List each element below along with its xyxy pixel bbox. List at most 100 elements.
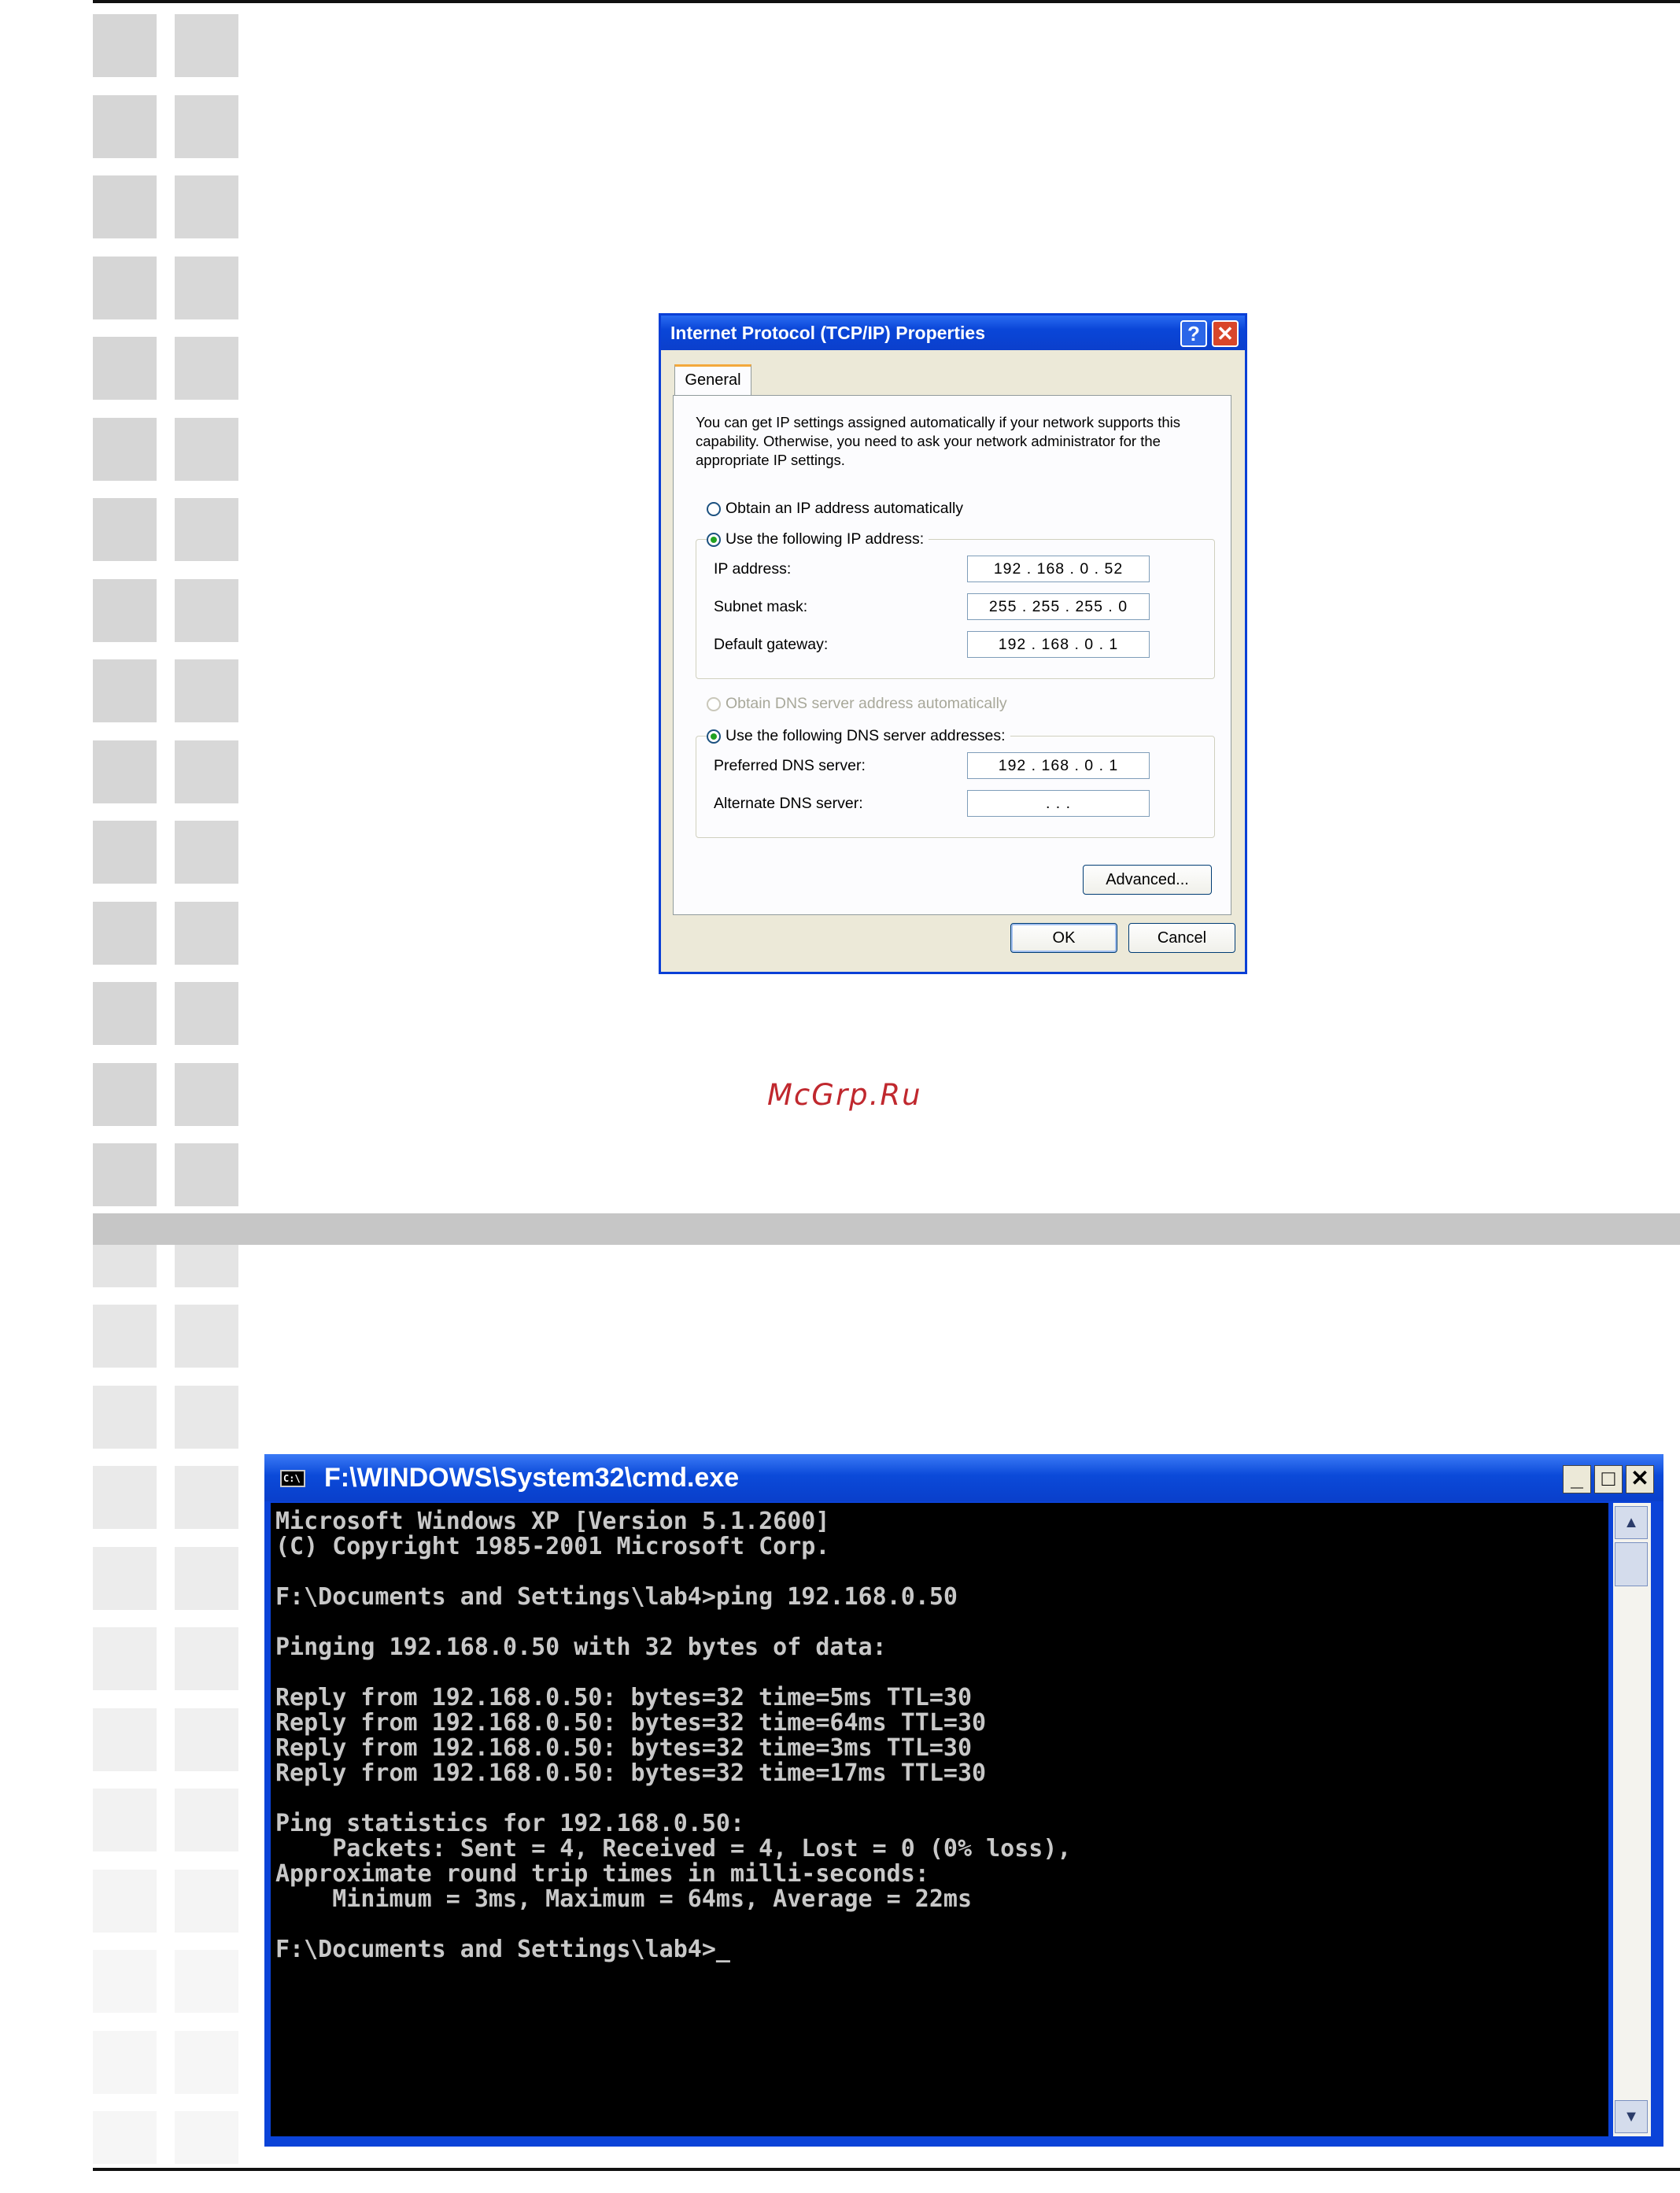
ok-button[interactable]: OK (1010, 923, 1117, 953)
radio-obtain-dns-auto[interactable]: Obtain DNS server address automatically (707, 693, 1007, 714)
ip-address-field[interactable]: 192 . 168 . 0 . 52 (967, 556, 1150, 582)
radio-obtain-ip-auto-label: Obtain an IP address automatically (726, 500, 964, 517)
decorative-tile (175, 175, 238, 238)
minimize-button[interactable]: _ (1563, 1465, 1591, 1493)
radio-selected-icon (707, 729, 721, 744)
decorative-tile (93, 175, 157, 238)
cmd-window: C:\ F:\WINDOWS\System32\cmd.exe _ □ ✕ Mi… (264, 1454, 1663, 2147)
help-button[interactable]: ? (1180, 320, 1207, 347)
radio-disabled-icon (707, 697, 721, 711)
scrollbar-thumb[interactable] (1615, 1542, 1648, 1586)
decorative-tile (175, 578, 238, 642)
decorative-tile (93, 1143, 157, 1206)
radio-use-following-dns[interactable]: Use the following DNS server addresses: (707, 725, 1010, 746)
decorative-tile (93, 1546, 157, 1610)
tcpip-properties-dialog: Internet Protocol (TCP/IP) Properties ? … (659, 313, 1247, 974)
console-line: Reply from 192.168.0.50: bytes=32 time=3… (275, 1734, 973, 1762)
console-line: Ping statistics for 192.168.0.50: (275, 1810, 745, 1837)
ip-address-group: IP address: 192 . 168 . 0 . 52 Subnet ma… (696, 539, 1215, 679)
tab-general[interactable]: General (674, 364, 751, 396)
radio-use-following-ip[interactable]: Use the following IP address: (707, 529, 929, 549)
decorative-tile (93, 659, 157, 722)
decorative-tile (93, 498, 157, 561)
decorative-tile (175, 821, 238, 884)
decorative-tile (175, 1546, 238, 1610)
general-tab-panel: You can get IP settings assigned automat… (673, 395, 1231, 915)
dialog-body: General You can get IP settings assigned… (661, 350, 1245, 972)
radio-use-following-dns-label: Use the following DNS server addresses: (726, 727, 1006, 744)
alternate-dns-label: Alternate DNS server: (714, 795, 863, 812)
decorative-tile (93, 2111, 157, 2164)
close-icon[interactable]: ✕ (1626, 1465, 1654, 1493)
console-line: Packets: Sent = 4, Received = 4, Lost = … (275, 1835, 1072, 1863)
dialog-description: You can get IP settings assigned automat… (696, 414, 1180, 468)
console-line: Microsoft Windows XP [Version 5.1.2600] (275, 1508, 830, 1535)
console-output[interactable]: Microsoft Windows XP [Version 5.1.2600](… (271, 1503, 1608, 2136)
advanced-button[interactable]: Advanced... (1083, 865, 1212, 895)
cancel-button[interactable]: Cancel (1128, 923, 1235, 953)
dialog-title: Internet Protocol (TCP/IP) Properties (670, 323, 985, 343)
watermark-text: McGrp.Ru (767, 1078, 922, 1112)
console-line: (C) Copyright 1985-2001 Microsoft Corp. (275, 1533, 830, 1560)
decorative-tile (175, 659, 238, 722)
radio-unselected-icon (707, 502, 721, 516)
decorative-tile (175, 337, 238, 400)
console-line: Pinging 192.168.0.50 with 32 bytes of da… (275, 1634, 887, 1661)
default-gateway-label: Default gateway: (714, 636, 829, 653)
subnet-mask-field[interactable]: 255 . 255 . 255 . 0 (967, 593, 1150, 620)
decorative-tile (93, 821, 157, 884)
decorative-tile (93, 578, 157, 642)
default-gateway-field[interactable]: 192 . 168 . 0 . 1 (967, 631, 1150, 658)
close-icon[interactable]: ✕ (1212, 320, 1239, 347)
decorative-tile (93, 1627, 157, 1690)
decorative-tile (175, 1466, 238, 1529)
decorative-tile (175, 2030, 238, 2094)
preferred-dns-field[interactable]: 192 . 168 . 0 . 1 (967, 752, 1150, 779)
scroll-down-arrow-icon[interactable]: ▼ (1615, 2100, 1648, 2133)
vertical-scrollbar[interactable]: ▲ ▼ (1613, 1503, 1651, 2136)
console-line: F:\Documents and Settings\lab4>_ (275, 1936, 730, 1963)
radio-obtain-dns-auto-label: Obtain DNS server address automatically (726, 695, 1007, 712)
decorative-tile (93, 337, 157, 400)
console-line: Reply from 192.168.0.50: bytes=32 time=5… (275, 1684, 973, 1711)
alternate-dns-field[interactable]: . . . (967, 790, 1150, 817)
console-line: Reply from 192.168.0.50: bytes=32 time=6… (275, 1709, 987, 1737)
decorative-tile (93, 1950, 157, 2013)
decorative-tile (93, 417, 157, 481)
radio-selected-icon (707, 533, 721, 547)
decorative-tile (175, 1143, 238, 1206)
scroll-up-arrow-icon[interactable]: ▲ (1615, 1506, 1648, 1539)
decorative-tile (175, 901, 238, 965)
decorative-tile (175, 1627, 238, 1690)
cmd-title: F:\WINDOWS\System32\cmd.exe (324, 1463, 740, 1493)
bottom-rule (93, 2168, 1680, 2171)
console-line: Approximate round trip times in milli-se… (275, 1860, 929, 1888)
maximize-button[interactable]: □ (1594, 1465, 1623, 1493)
decorative-tile (175, 417, 238, 481)
subnet-mask-label: Subnet mask: (714, 598, 808, 615)
decorative-tile (93, 1062, 157, 1126)
ip-address-label: IP address: (714, 560, 792, 578)
radio-obtain-ip-auto[interactable]: Obtain an IP address automatically (707, 498, 963, 519)
console-line: F:\Documents and Settings\lab4>ping 192.… (275, 1583, 958, 1611)
decorative-tile (93, 1385, 157, 1449)
decorative-tile (93, 256, 157, 319)
decorative-tile (175, 1305, 238, 1368)
decorative-tile (93, 982, 157, 1045)
decorative-tile (175, 94, 238, 158)
decorative-tile (175, 1385, 238, 1449)
decorative-tile (93, 2030, 157, 2094)
dns-server-group: Preferred DNS server: 192 . 168 . 0 . 1 … (696, 736, 1215, 838)
dialog-titlebar: Internet Protocol (TCP/IP) Properties ? … (661, 316, 1245, 350)
section-divider-bar (93, 1213, 1680, 1245)
decorative-tile (175, 1708, 238, 1771)
top-rule (93, 0, 1680, 3)
decorative-tile (93, 1466, 157, 1529)
decorative-tile (93, 14, 157, 77)
decorative-tile (175, 740, 238, 803)
console-line: Minimum = 3ms, Maximum = 64ms, Average =… (275, 1885, 973, 1913)
